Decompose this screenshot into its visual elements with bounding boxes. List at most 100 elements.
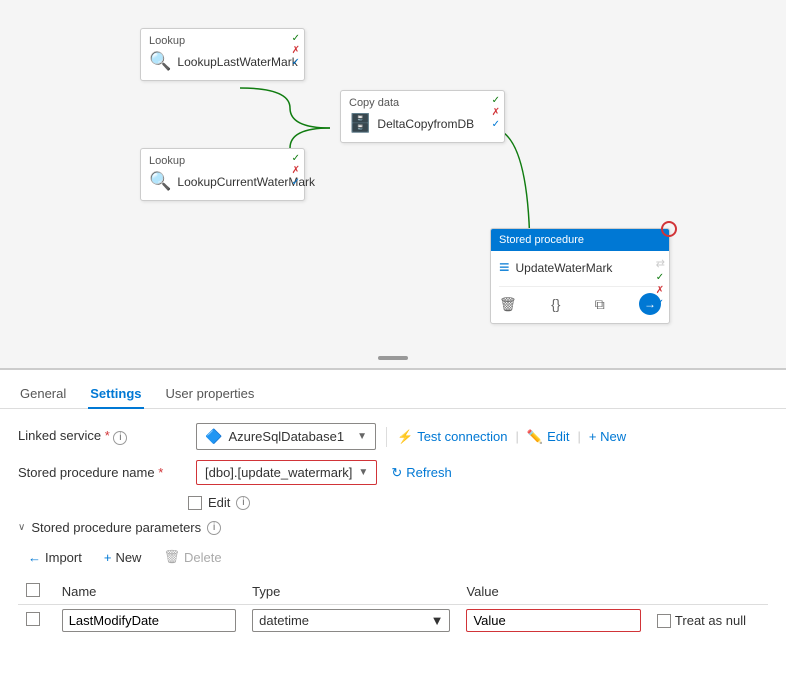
edit-link[interactable]: ✏️ Edit bbox=[527, 429, 570, 445]
param-row: datetime ▼ Treat as null bbox=[18, 605, 768, 637]
type-dropdown-arrow: ▼ bbox=[431, 613, 444, 628]
sp-name-label: Stored procedure name * bbox=[18, 465, 188, 480]
edit-checkbox-label: Edit bbox=[208, 495, 230, 510]
sp-params-info-icon[interactable]: i bbox=[207, 521, 221, 535]
lookup2-label: Lookup bbox=[149, 155, 296, 167]
new-param-button[interactable]: + New bbox=[94, 546, 152, 569]
linked-service-row: Linked service * i 🔷 AzureSqlDatabase1 ▼… bbox=[18, 423, 768, 450]
treat-null-label: Treat as null bbox=[675, 613, 746, 628]
test-connection-link[interactable]: ⚡ Test connection bbox=[397, 429, 508, 445]
sep1: | bbox=[516, 429, 519, 444]
lookup1-icon: 🔍 bbox=[149, 51, 171, 72]
treat-null-checkbox[interactable] bbox=[657, 614, 671, 628]
copydata-label: Copy data bbox=[349, 97, 496, 109]
sp-delete-btn[interactable]: 🗑 bbox=[499, 296, 517, 313]
bottom-panel: General Settings User properties Linked … bbox=[0, 370, 786, 636]
stored-proc-actions: 🗑 {} ⧉ → bbox=[499, 286, 661, 315]
sep2: | bbox=[578, 429, 581, 444]
copydata-name: DeltaCopyfromDB bbox=[377, 117, 474, 131]
lookup1-success-icon[interactable]: ✓ bbox=[292, 33, 300, 44]
sp-copy-btn[interactable]: ⧉ bbox=[595, 296, 605, 313]
tab-user-properties[interactable]: User properties bbox=[164, 380, 257, 409]
edit-checkbox[interactable] bbox=[188, 496, 202, 510]
tab-bar: General Settings User properties bbox=[0, 370, 786, 409]
copydata-complete-icon[interactable]: ✓ bbox=[492, 119, 500, 130]
linked-service-dropdown-text: AzureSqlDatabase1 bbox=[228, 429, 351, 444]
stored-proc-header-label: Stored procedure bbox=[499, 234, 584, 246]
col-value-header: Value bbox=[458, 579, 648, 605]
type-dropdown-text: datetime bbox=[259, 613, 426, 628]
edit-info-icon[interactable]: i bbox=[236, 496, 250, 510]
red-circle-indicator bbox=[661, 221, 677, 237]
pipeline-canvas: Lookup 🔍 LookupLastWaterMark ✓ ✗ ✓ Looku… bbox=[0, 0, 786, 370]
sp-complete-icon[interactable]: ✓ bbox=[656, 298, 665, 309]
settings-form: Linked service * i 🔷 AzureSqlDatabase1 ▼… bbox=[0, 409, 786, 636]
sp-name-row: Stored procedure name * [dbo].[update_wa… bbox=[18, 460, 768, 485]
section-chevron-icon[interactable]: ∨ bbox=[18, 522, 25, 533]
lookup1-node[interactable]: Lookup 🔍 LookupLastWaterMark ✓ ✗ ✓ bbox=[140, 28, 305, 81]
sp-fail-icon[interactable]: ✗ bbox=[656, 285, 665, 296]
separator1 bbox=[386, 427, 387, 447]
copydata-icon: 🗄️ bbox=[349, 113, 371, 134]
linked-service-info-icon[interactable]: i bbox=[113, 431, 127, 445]
tab-settings[interactable]: Settings bbox=[88, 380, 143, 409]
select-all-checkbox[interactable] bbox=[26, 583, 40, 597]
edit-checkbox-row: Edit i bbox=[188, 495, 768, 510]
sp-name-control: [dbo].[update_watermark] ▼ ↻ Refresh bbox=[196, 460, 768, 485]
param-action-bar: ← Import + New 🗑 Delete bbox=[18, 545, 768, 569]
sp-params-label: Stored procedure parameters bbox=[31, 520, 201, 535]
tab-general[interactable]: General bbox=[18, 380, 68, 409]
lookup1-controls: ✓ ✗ ✓ bbox=[292, 33, 300, 68]
edit-pencil-icon: ✏️ bbox=[527, 429, 543, 445]
new-param-icon: + bbox=[104, 550, 112, 565]
lookup1-name: LookupLastWaterMark bbox=[177, 55, 297, 69]
stored-proc-name: UpdateWaterMark bbox=[516, 261, 613, 275]
import-button[interactable]: ← Import bbox=[18, 546, 92, 569]
linked-service-dropdown[interactable]: 🔷 AzureSqlDatabase1 ▼ bbox=[196, 423, 376, 450]
new-link[interactable]: + New bbox=[589, 429, 626, 444]
col-name-header: Name bbox=[54, 579, 244, 605]
linked-service-dropdown-arrow: ▼ bbox=[357, 431, 367, 442]
sp-drag-icon: ⇄ bbox=[656, 257, 665, 270]
stored-proc-icon: ≡ bbox=[499, 257, 510, 278]
lookup2-controls: ✓ ✗ ✓ bbox=[292, 153, 300, 188]
name-input[interactable] bbox=[62, 609, 236, 632]
lookup2-complete-icon[interactable]: ✓ bbox=[292, 177, 300, 188]
copydata-fail-icon[interactable]: ✗ bbox=[492, 107, 500, 118]
lookup2-fail-icon[interactable]: ✗ bbox=[292, 165, 300, 176]
row-name-cell bbox=[54, 605, 244, 637]
refresh-link[interactable]: ↻ Refresh bbox=[391, 465, 451, 481]
lookup2-success-icon[interactable]: ✓ bbox=[292, 153, 300, 164]
linked-service-label: Linked service * i bbox=[18, 428, 188, 445]
type-dropdown[interactable]: datetime ▼ bbox=[252, 609, 450, 632]
lookup2-icon: 🔍 bbox=[149, 171, 171, 192]
row-checkbox-cell bbox=[18, 605, 54, 637]
col-null-header bbox=[649, 579, 768, 605]
copydata-controls: ✓ ✗ ✓ bbox=[492, 95, 500, 130]
sp-name-dropdown[interactable]: [dbo].[update_watermark] ▼ bbox=[196, 460, 377, 485]
col-type-header: Type bbox=[244, 579, 458, 605]
stored-proc-header: Stored procedure bbox=[491, 229, 669, 251]
sp-code-btn[interactable]: {} bbox=[551, 296, 560, 312]
linked-service-dropdown-icon: 🔷 bbox=[205, 428, 222, 445]
sp-name-required: * bbox=[158, 465, 163, 480]
sp-name-dropdown-arrow: ▼ bbox=[358, 467, 368, 478]
row-value-cell bbox=[458, 605, 648, 637]
stored-proc-node[interactable]: Stored procedure ≡ UpdateWaterMark 🗑 {} … bbox=[490, 228, 670, 324]
param-table: Name Type Value datetime bbox=[18, 579, 768, 636]
sp-params-section-header: ∨ Stored procedure parameters i bbox=[18, 520, 768, 535]
row-type-cell: datetime ▼ bbox=[244, 605, 458, 637]
test-connection-icon: ⚡ bbox=[397, 429, 413, 445]
sp-controls: ⇄ ✓ ✗ ✓ bbox=[656, 257, 665, 309]
lookup1-fail-icon[interactable]: ✗ bbox=[292, 45, 300, 56]
delete-param-button[interactable]: 🗑 Delete bbox=[153, 545, 231, 569]
copydata-success-icon[interactable]: ✓ bbox=[492, 95, 500, 106]
sp-success-icon[interactable]: ✓ bbox=[656, 272, 665, 283]
copydata-node[interactable]: Copy data 🗄️ DeltaCopyfromDB ✓ ✗ ✓ bbox=[340, 90, 505, 143]
linked-service-required: * bbox=[105, 428, 110, 443]
lookup1-complete-icon[interactable]: ✓ bbox=[292, 57, 300, 68]
value-input[interactable] bbox=[466, 609, 640, 632]
lookup2-node[interactable]: Lookup 🔍 LookupCurrentWaterMark ✓ ✗ ✓ bbox=[140, 148, 305, 201]
scroll-indicator bbox=[378, 356, 408, 360]
row-checkbox[interactable] bbox=[26, 612, 40, 626]
